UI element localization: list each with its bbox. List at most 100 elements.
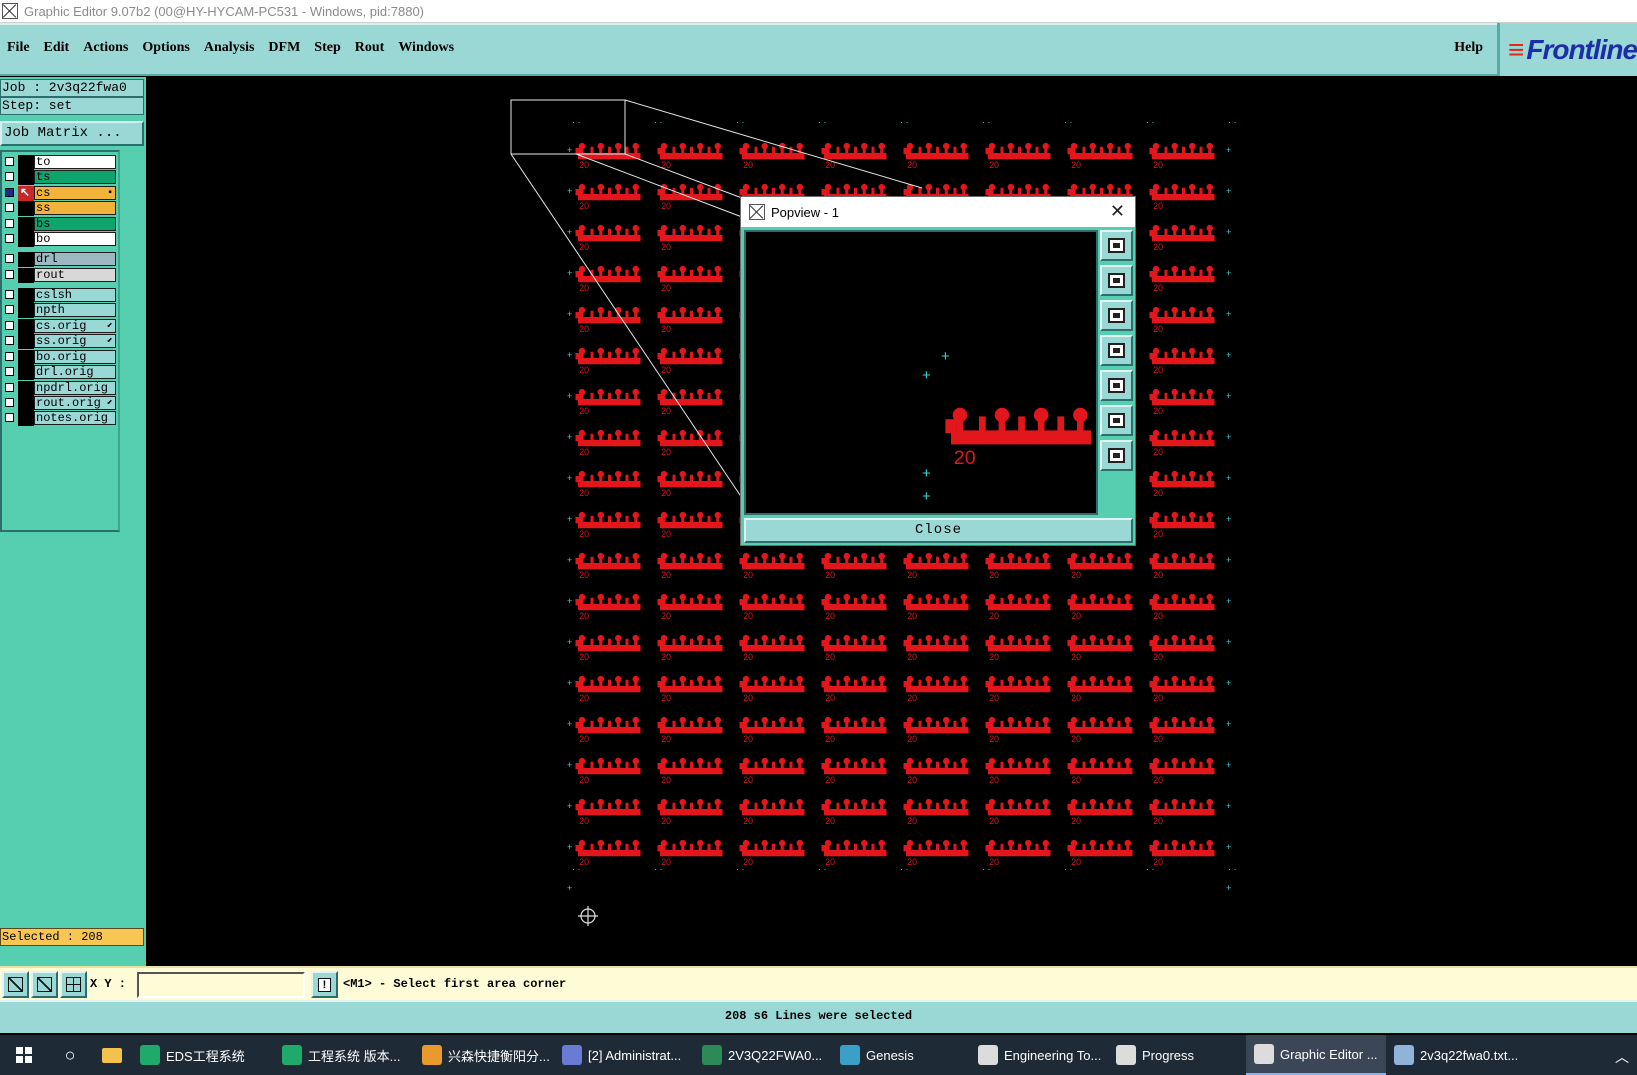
layer-name[interactable]: ss [34, 201, 116, 215]
layer-row-rout[interactable]: rout [2, 268, 118, 283]
menu-step[interactable]: Step [307, 40, 347, 56]
layer-checkbox[interactable] [5, 352, 14, 361]
layer-marker[interactable] [18, 381, 34, 396]
layer-row-bo-orig[interactable]: bo.orig [2, 350, 118, 365]
layer-checkbox[interactable] [5, 321, 14, 330]
menu-edit[interactable]: Edit [37, 40, 77, 56]
menu-file[interactable]: File [0, 40, 37, 56]
taskbar-app[interactable]: Engineering To... [970, 1035, 1108, 1075]
layer-name[interactable]: rout.orig ⬋ [34, 396, 116, 410]
taskbar-app[interactable]: 2v3q22fwa0.txt... [1386, 1035, 1532, 1075]
layer-row-drl[interactable]: drl [2, 252, 118, 267]
layer-checkbox[interactable] [5, 413, 14, 422]
layer-name[interactable]: ts [34, 170, 116, 184]
taskbar-app[interactable]: Graphic Editor ... [1246, 1035, 1386, 1075]
layer-marker[interactable] [18, 350, 34, 365]
layer-row-to[interactable]: to [2, 155, 118, 170]
layer-row-npth[interactable]: npth [2, 303, 118, 318]
layer-name[interactable]: npth [34, 303, 116, 317]
layer-marker[interactable] [18, 252, 34, 267]
layer-checkbox[interactable] [5, 398, 14, 407]
layer-row-ss-orig[interactable]: ss.orig ⬋ [2, 334, 118, 349]
zoom-fit-button[interactable] [1100, 440, 1133, 471]
menu-rout[interactable]: Rout [348, 40, 392, 56]
layer-row-cs[interactable]: cs ▪ [2, 185, 118, 201]
layer-checkbox[interactable] [5, 270, 14, 279]
layer-row-cslsh[interactable]: cslsh [2, 288, 118, 303]
layer-checkbox[interactable] [5, 234, 14, 243]
layer-row-ts[interactable]: ts [2, 170, 118, 185]
layer-checkbox[interactable] [5, 219, 14, 228]
file-explorer-button[interactable] [92, 1035, 132, 1075]
close-icon[interactable]: ✕ [1110, 201, 1125, 222]
chevron-up-icon[interactable]: ︿ [1615, 1047, 1629, 1067]
menu-windows[interactable]: Windows [391, 40, 461, 56]
layer-checkbox[interactable] [5, 367, 14, 376]
layer-checkbox[interactable] [5, 305, 14, 314]
layer-checkbox[interactable] [5, 157, 14, 166]
layer-marker[interactable] [18, 365, 34, 380]
layer-name[interactable]: drl.orig [34, 365, 116, 379]
layer-row-bo[interactable]: bo [2, 232, 118, 247]
layer-name[interactable]: bo [34, 232, 116, 246]
work-layer-arrow-icon[interactable] [18, 185, 34, 201]
menu-dfm[interactable]: DFM [261, 40, 307, 56]
layer-name[interactable]: to [34, 155, 116, 169]
taskbar-app[interactable]: 工程系统 版本... [274, 1035, 414, 1075]
taskbar-app[interactable]: [2] Administrat... [554, 1035, 694, 1075]
layer-checkbox[interactable] [5, 203, 14, 212]
popview-title-bar[interactable]: Popview - 1 ✕ [741, 197, 1135, 227]
layer-checkbox[interactable] [5, 172, 14, 181]
layer-marker[interactable] [18, 334, 34, 349]
pan-left-button[interactable] [1100, 335, 1133, 366]
layer-marker[interactable] [18, 232, 34, 247]
zoom-home-button[interactable] [1100, 405, 1133, 436]
layer-name[interactable]: rout [34, 268, 116, 282]
layer-name[interactable]: bo.orig [34, 350, 116, 364]
layer-name[interactable]: npdrl.orig [34, 381, 116, 395]
layer-checkbox[interactable] [5, 336, 14, 345]
pan-down-button[interactable] [1100, 300, 1133, 331]
taskbar-app[interactable]: Genesis [832, 1035, 970, 1075]
menu-analysis[interactable]: Analysis [197, 40, 262, 56]
layer-checkbox[interactable] [5, 290, 14, 299]
layer-marker[interactable] [18, 201, 34, 216]
layer-name[interactable]: cslsh [34, 288, 116, 302]
layer-marker[interactable] [18, 288, 34, 303]
select-mode-button[interactable] [2, 971, 29, 998]
layer-row-cs-orig[interactable]: cs.orig ⬋ [2, 319, 118, 334]
measure-mode-button[interactable] [31, 971, 58, 998]
menu-actions[interactable]: Actions [76, 40, 135, 56]
xy-input[interactable] [137, 972, 305, 998]
popview-close-button[interactable]: Close [744, 518, 1133, 543]
layer-name[interactable]: cs ▪ [34, 186, 116, 200]
menu-options[interactable]: Options [135, 40, 196, 56]
layer-row-notes-orig[interactable]: notes.orig [2, 411, 118, 426]
taskbar-app[interactable]: 兴森快捷衡阳分... [414, 1035, 554, 1075]
layer-checkbox[interactable] [5, 383, 14, 392]
taskbar-app[interactable]: 2V3Q22FWA0... [694, 1035, 832, 1075]
layer-checkbox[interactable] [5, 188, 14, 197]
layer-row-bs[interactable]: bs [2, 217, 118, 232]
pan-right-button[interactable] [1100, 370, 1133, 401]
layer-row-ss[interactable]: ss [2, 201, 118, 216]
taskbar-app[interactable]: EDS工程系统 [132, 1035, 274, 1075]
grid-snap-button[interactable] [60, 971, 87, 998]
popview-viewport[interactable]: + + + +20 [744, 230, 1098, 515]
layer-marker[interactable] [18, 268, 34, 283]
layer-row-rout-orig[interactable]: rout.orig ⬋ [2, 396, 118, 411]
start-button[interactable] [0, 1035, 48, 1075]
search-button[interactable]: ○ [48, 1035, 92, 1075]
layer-marker[interactable] [18, 303, 34, 318]
layer-name[interactable]: cs.orig ⬋ [34, 319, 116, 333]
pan-up-button[interactable] [1100, 265, 1133, 296]
menu-help[interactable]: Help [1454, 40, 1483, 56]
layer-row-drl-orig[interactable]: drl.orig [2, 365, 118, 380]
layer-marker[interactable] [18, 217, 34, 232]
layer-marker[interactable] [18, 411, 34, 426]
layer-name[interactable]: notes.orig [34, 411, 116, 425]
layer-name[interactable]: drl [34, 252, 116, 266]
layer-marker[interactable] [18, 170, 34, 185]
warning-button[interactable]: ! [311, 971, 338, 998]
layer-row-npdrl-orig[interactable]: npdrl.orig [2, 381, 118, 396]
